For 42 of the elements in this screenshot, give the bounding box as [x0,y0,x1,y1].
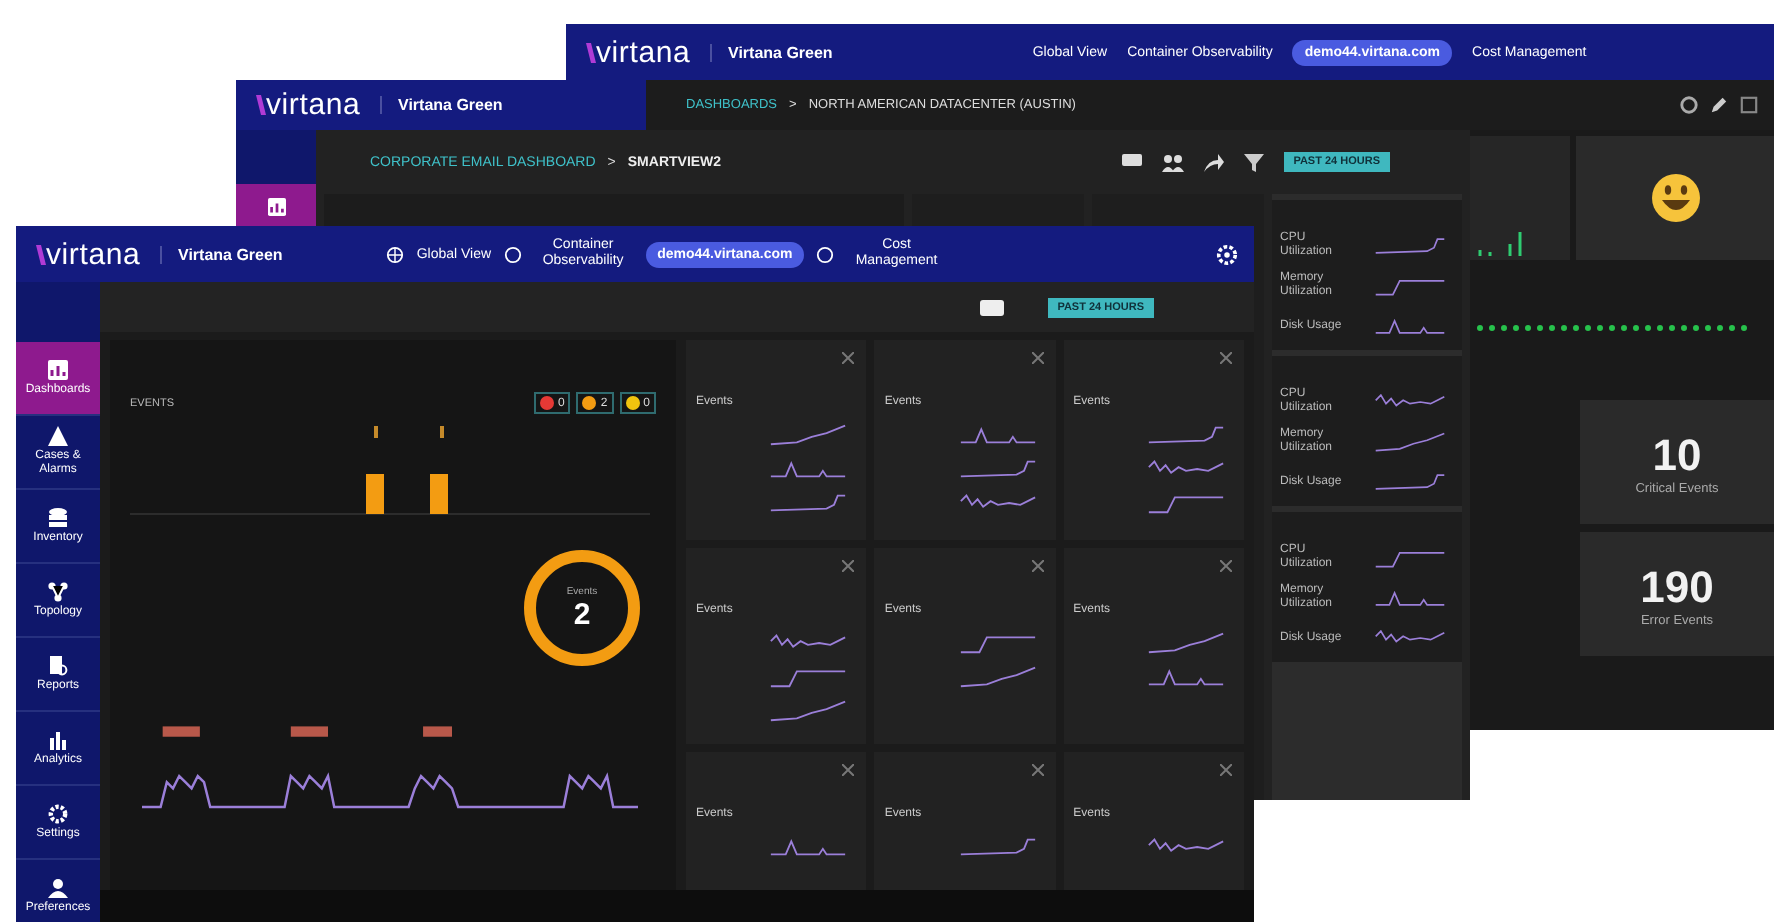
logo-text: virtana [46,237,141,271]
close-icon[interactable] [1031,764,1044,776]
close-icon[interactable] [1220,764,1232,776]
tenant-selector[interactable]: Virtana Green [710,43,833,61]
close-icon[interactable] [1220,560,1232,572]
tenant-selector[interactable]: Virtana Green [160,245,283,263]
dashboard-icon [48,359,68,379]
logo-icon [36,243,46,265]
counter-value: 10 [1652,429,1702,481]
logo-text: virtana [266,88,361,122]
close-icon[interactable] [842,764,855,776]
globe-icon [386,245,405,263]
edit-icon[interactable] [1710,96,1728,114]
analytics-icon [48,729,68,749]
user-icon [48,877,68,897]
counter-value: 190 [1640,561,1714,613]
close-icon[interactable] [842,352,855,364]
event-marker [290,726,328,737]
close-icon[interactable] [1031,560,1044,572]
message-icon[interactable] [1121,154,1142,170]
filter-icon[interactable] [1243,153,1264,171]
sidebar-item[interactable] [236,184,316,228]
warning-icon [48,426,68,446]
close-icon[interactable] [842,560,855,572]
report-icon [48,655,68,675]
dashboard-icon [267,197,285,215]
share-icon[interactable] [1203,153,1224,171]
close-icon[interactable] [1031,352,1044,364]
users-icon[interactable] [1161,153,1184,171]
close-icon[interactable] [1220,352,1232,364]
event-marker [423,726,452,737]
logo-text: virtana [596,35,691,69]
toggle-icon[interactable] [979,299,1004,315]
logo-icon [256,94,266,116]
event-marker [162,726,200,737]
topology-icon [48,581,68,601]
expand-icon[interactable] [1740,96,1758,114]
donut-value: 2 [573,597,591,631]
database-icon [48,507,68,527]
logo-icon [586,41,596,63]
tenant-selector[interactable]: Virtana Green [380,96,503,114]
smiley-icon [1649,172,1701,224]
